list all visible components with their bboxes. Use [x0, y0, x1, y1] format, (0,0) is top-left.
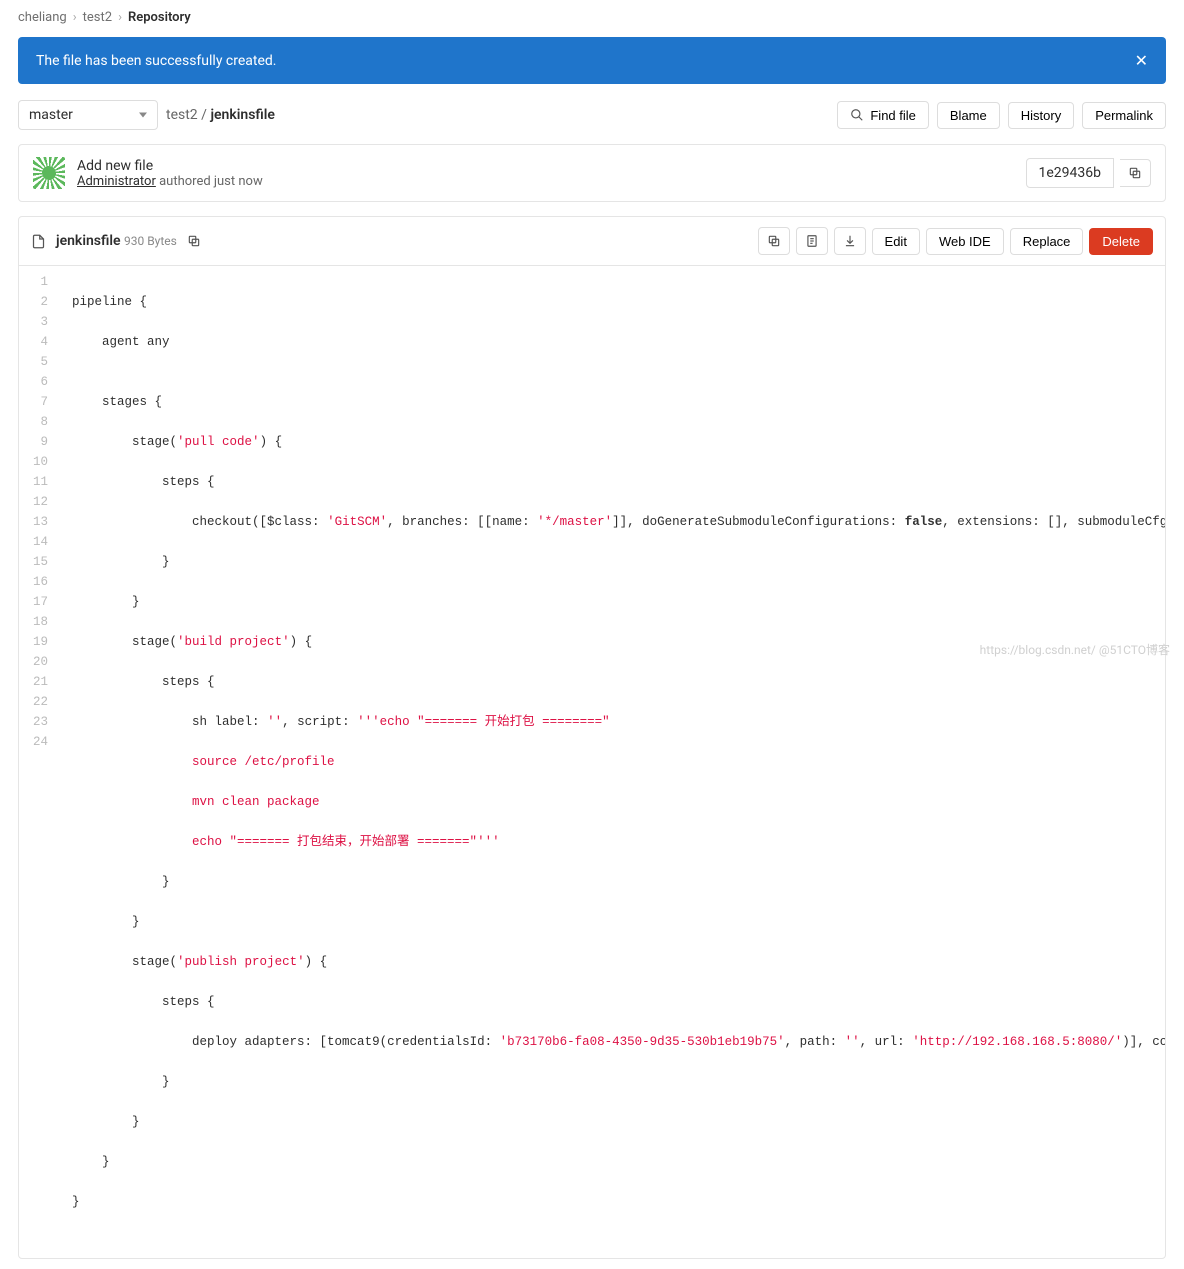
watermark: https://blog.csdn.net/ @51CTO博客	[980, 641, 1170, 658]
delete-button[interactable]: Delete	[1089, 228, 1153, 255]
history-button[interactable]: History	[1008, 102, 1074, 129]
download-icon	[843, 234, 857, 248]
line-number: 5	[27, 352, 54, 372]
line-number: 3	[27, 312, 54, 332]
success-alert: The file has been successfully created. …	[18, 37, 1166, 84]
copy-sha-button[interactable]	[1120, 159, 1151, 187]
file-panel: jenkinsfile 930 Bytes Edit Web IDE Repla…	[18, 216, 1166, 1259]
chevron-right-icon: ›	[73, 10, 77, 25]
line-number: 10	[27, 452, 54, 472]
branch-select[interactable]: master	[18, 100, 158, 130]
permalink-button[interactable]: Permalink	[1082, 102, 1166, 129]
raw-button[interactable]	[796, 227, 828, 255]
webide-button[interactable]: Web IDE	[926, 228, 1004, 255]
copy-icon	[1128, 166, 1142, 180]
breadcrumb-owner[interactable]: cheliang	[18, 10, 67, 25]
line-number: 7	[27, 392, 54, 412]
copy-icon	[767, 234, 781, 248]
breadcrumb-section: Repository	[128, 10, 191, 25]
path-file: jenkinsfile	[210, 107, 275, 123]
line-number: 11	[27, 472, 54, 492]
file-path: test2 / jenkinsfile	[166, 107, 275, 123]
path-project[interactable]: test2	[166, 107, 198, 123]
file-icon	[31, 234, 46, 249]
line-number: 12	[27, 492, 54, 512]
avatar	[33, 157, 65, 189]
edit-button[interactable]: Edit	[872, 228, 920, 255]
chevron-right-icon: ›	[118, 10, 122, 25]
line-number: 2	[27, 292, 54, 312]
line-number: 9	[27, 432, 54, 452]
download-button[interactable]	[834, 227, 866, 255]
line-number: 16	[27, 572, 54, 592]
line-number: 1	[27, 272, 54, 292]
file-name: jenkinsfile 930 Bytes	[56, 233, 177, 249]
find-file-button[interactable]: Find file	[837, 101, 929, 129]
commit-author[interactable]: Administrator	[77, 174, 156, 189]
copy-icon	[187, 234, 201, 248]
line-number: 23	[27, 712, 54, 732]
line-number: 13	[27, 512, 54, 532]
line-number: 6	[27, 372, 54, 392]
line-number: 24	[27, 732, 54, 752]
copy-path-button[interactable]	[187, 234, 201, 248]
commit-author-line: Administrator authored just now	[77, 174, 263, 189]
line-numbers: 123456789101112131415161718192021222324	[19, 266, 62, 1258]
commit-title: Add new file	[77, 158, 263, 174]
breadcrumb: cheliang › test2 › Repository	[18, 10, 1166, 25]
branch-name: master	[29, 107, 73, 123]
document-icon	[805, 234, 819, 248]
close-icon[interactable]: ✕	[1135, 51, 1148, 70]
line-number: 17	[27, 592, 54, 612]
alert-text: The file has been successfully created.	[36, 53, 277, 69]
code-viewer: 123456789101112131415161718192021222324 …	[19, 266, 1165, 1258]
line-number: 14	[27, 532, 54, 552]
line-number: 8	[27, 412, 54, 432]
blame-button[interactable]: Blame	[937, 102, 1000, 129]
commit-box: Add new file Administrator authored just…	[18, 144, 1166, 202]
breadcrumb-project[interactable]: test2	[83, 10, 112, 25]
line-number: 4	[27, 332, 54, 352]
commit-sha: 1e29436b	[1026, 158, 1115, 188]
search-icon	[850, 108, 864, 122]
code-content: pipeline { agent any stages { stage('pul…	[62, 266, 1165, 1258]
line-number: 19	[27, 632, 54, 652]
line-number: 22	[27, 692, 54, 712]
copy-contents-button[interactable]	[758, 227, 790, 255]
line-number: 15	[27, 552, 54, 572]
line-number: 18	[27, 612, 54, 632]
line-number: 20	[27, 652, 54, 672]
replace-button[interactable]: Replace	[1010, 228, 1084, 255]
line-number: 21	[27, 672, 54, 692]
